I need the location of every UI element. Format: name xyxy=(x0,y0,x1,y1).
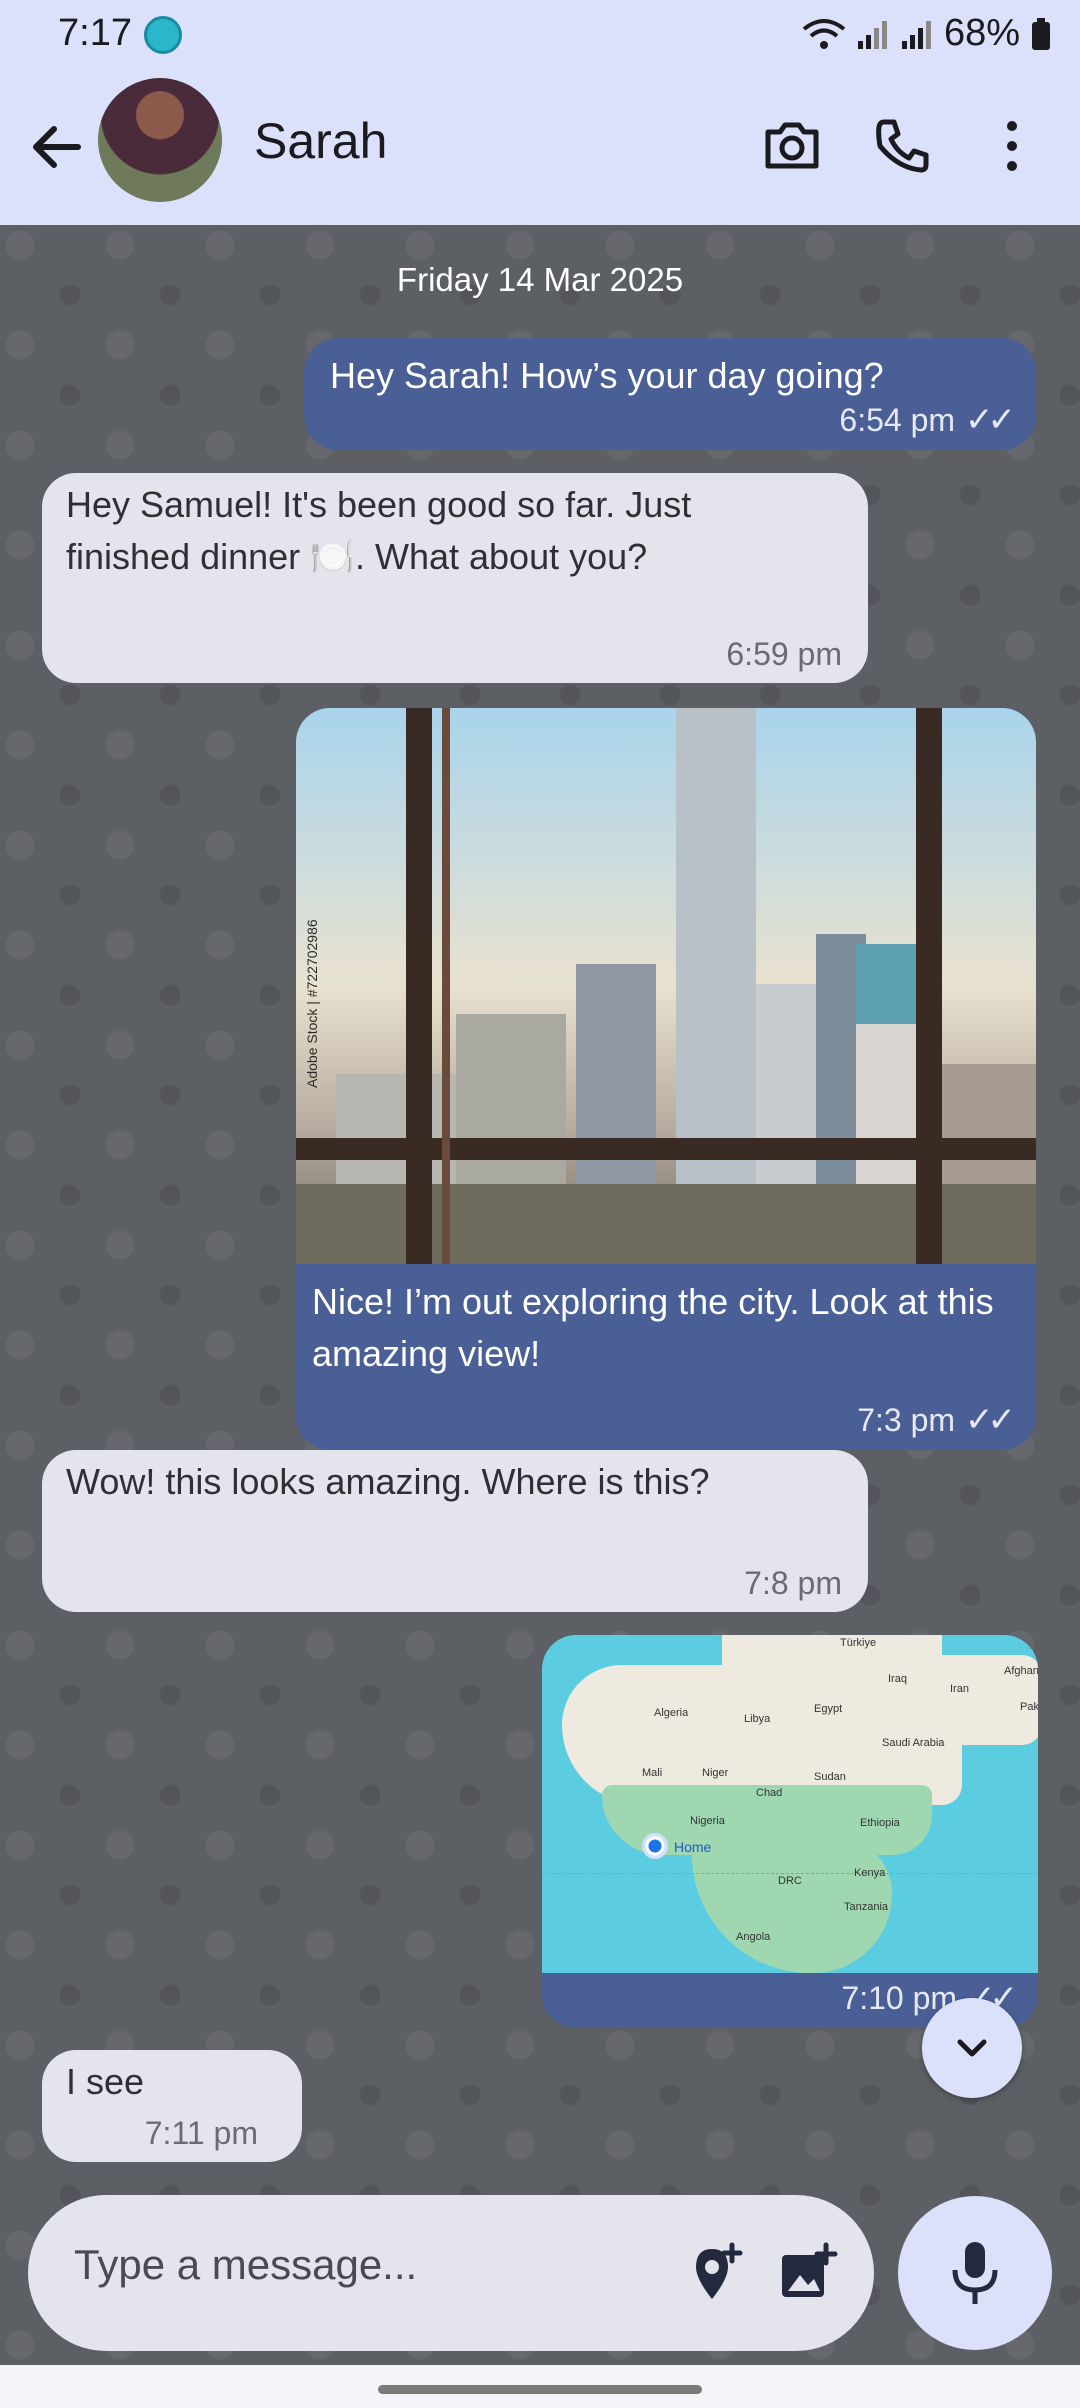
home-label: Home xyxy=(674,1839,712,1855)
message-composer: Type a message... xyxy=(28,2195,874,2351)
message-time: 6:59 pm xyxy=(726,636,842,672)
incoming-message[interactable]: Wow! this looks amazing. Where is this? … xyxy=(42,1450,868,1612)
scroll-to-bottom-button[interactable] xyxy=(922,1998,1022,2098)
message-time: 7:11 pm xyxy=(144,2115,258,2151)
status-bar: 7:17 68% xyxy=(0,0,1080,70)
message-text: Wow! this looks amazing. Where is this? xyxy=(66,1461,710,1502)
wifi-icon xyxy=(802,18,846,49)
home-gesture-handle[interactable] xyxy=(378,2385,702,2394)
message-text: Hey Samuel! It's been good so far. Just … xyxy=(66,484,692,577)
message-text: I see xyxy=(66,2061,145,2102)
chevron-down-icon xyxy=(957,2039,987,2057)
date-separator: Friday 14 Mar 2025 xyxy=(396,261,684,298)
camera-button[interactable] xyxy=(752,106,832,186)
chat-area[interactable]: Friday 14 Mar 2025 Hey Sarah! How’s your… xyxy=(0,225,1080,2365)
message-text: Nice! I’m out exploring the city. Look a… xyxy=(312,1281,994,1374)
call-button[interactable] xyxy=(862,106,942,186)
signal-icon xyxy=(857,20,887,49)
read-ticks-icon: ✓✓ xyxy=(965,1401,1016,1439)
contact-avatar[interactable] xyxy=(98,78,222,202)
phone-icon xyxy=(876,119,929,173)
location-pin-icon xyxy=(642,1833,668,1859)
message-time: 6:54 pm xyxy=(839,401,956,438)
outgoing-message[interactable]: Hey Sarah! How’s your day going? 6:54 pm… xyxy=(304,338,1036,450)
message-meta: 6:54 pm ✓✓ xyxy=(839,400,1016,440)
chat-header: Sarah xyxy=(0,70,1080,225)
back-button[interactable] xyxy=(22,112,92,182)
back-arrow-icon xyxy=(33,126,81,168)
battery-icon xyxy=(1032,17,1050,50)
outgoing-location-message[interactable]: Türkiye Iraq Iran Afghan Pak Algeria Lib… xyxy=(542,1635,1038,2028)
add-location-icon xyxy=(696,2242,743,2299)
read-ticks-icon: ✓✓ xyxy=(965,401,1016,439)
battery-percentage: 68% xyxy=(943,12,1020,54)
microphone-icon xyxy=(952,2242,998,2304)
signal-icon-2 xyxy=(901,20,931,49)
message-time: 7:8 pm xyxy=(744,1565,842,1601)
add-photo-icon xyxy=(782,2242,838,2297)
location-map[interactable]: Türkiye Iraq Iran Afghan Pak Algeria Lib… xyxy=(542,1635,1038,1973)
contact-name[interactable]: Sarah xyxy=(254,112,387,170)
photo-watermark: Adobe Stock | #722702986 xyxy=(304,919,320,1088)
more-vert-icon xyxy=(1007,121,1017,171)
voice-message-button[interactable] xyxy=(898,2196,1052,2350)
status-time: 7:17 xyxy=(58,12,132,54)
message-time: 7:3 pm xyxy=(857,1401,956,1438)
attach-image-button[interactable] xyxy=(768,2233,848,2313)
messenger-notification-icon xyxy=(144,16,182,54)
message-meta: 7:11 pm xyxy=(145,2115,258,2152)
message-input[interactable]: Type a message... xyxy=(74,2241,417,2289)
message-meta: 7:8 pm xyxy=(744,1565,842,1602)
incoming-message[interactable]: Hey Samuel! It's been good so far. Just … xyxy=(42,473,868,683)
city-view-photo[interactable]: Adobe Stock | #722702986 xyxy=(296,708,1036,1264)
more-options-button[interactable] xyxy=(972,106,1052,186)
message-text: Hey Sarah! How’s your day going? xyxy=(330,355,884,396)
message-meta: 6:59 pm xyxy=(726,636,842,673)
message-meta: 7:3 pm ✓✓ xyxy=(857,1400,1016,1440)
system-nav-bar xyxy=(0,2365,1080,2408)
status-icons: 68% xyxy=(802,12,1052,55)
incoming-message[interactable]: I see 7:11 pm xyxy=(42,2050,302,2162)
camera-icon xyxy=(765,122,819,169)
outgoing-image-message[interactable]: Adobe Stock | #722702986 Nice! I’m out e… xyxy=(296,708,1036,1450)
share-location-button[interactable] xyxy=(676,2233,756,2313)
